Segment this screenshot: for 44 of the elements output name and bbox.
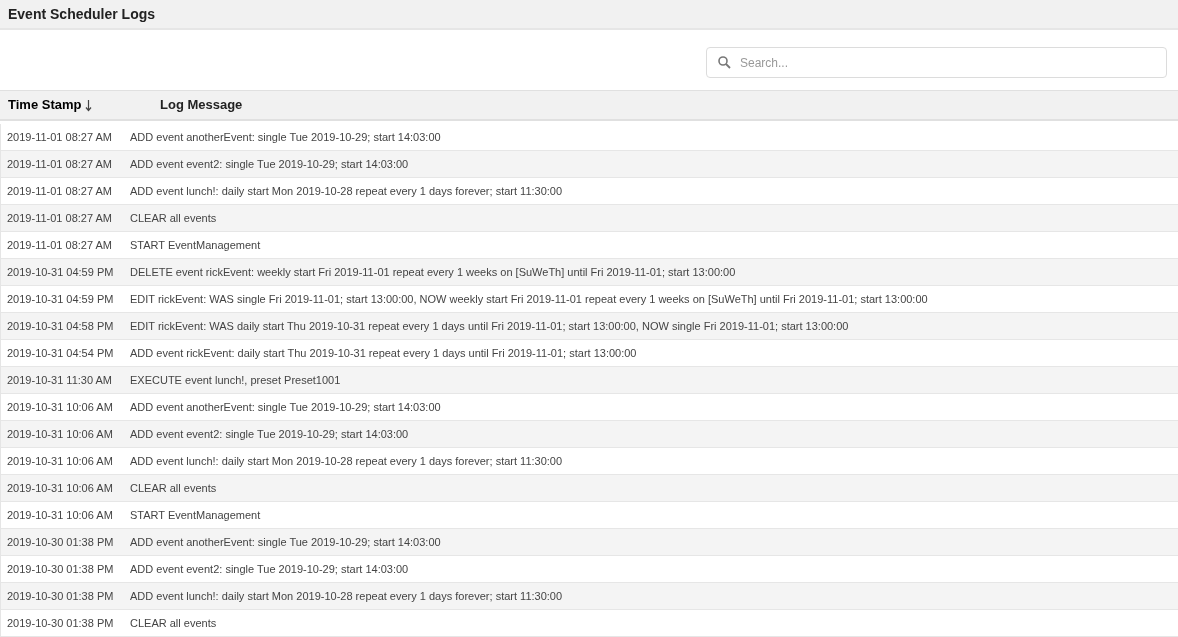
search-icon [718, 56, 731, 70]
log-message-cell-text: CLEAR all events [130, 615, 217, 631]
timestamp-cell-text: 2019-10-31 11:30 AM [6, 372, 113, 388]
log-message-cell-text: ADD event anotherEvent: single Tue 2019-10-29; start 14:03:00 [130, 534, 441, 550]
timestamp-cell-text: 2019-11-01 08:27 AM [6, 210, 113, 226]
column-header[interactable]: Log Message [160, 95, 243, 115]
timestamp-cell-text: 2019-10-30 01:38 PM [6, 534, 115, 550]
timestamp-cell-text: 2019-10-31 04:58 PM [6, 318, 115, 334]
log-message-cell-text: ADD event anotherEvent: single Tue 2019-10-29; start 14:03:00 [130, 129, 441, 145]
log-message-cell-text: START EventManagement [130, 507, 261, 523]
log-message-cell-text: EXECUTE event lunch!, preset Preset1001 [130, 372, 341, 388]
log-message-cell-text: ADD event event2: single Tue 2019-10-29; start 14:03:00 [130, 426, 409, 442]
log-message-cell-text: ADD event event2: single Tue 2019-10-29; start 14:03:00 [130, 156, 409, 172]
search-field[interactable]: Search... [706, 47, 1167, 79]
log-message-cell-text: ADD event lunch!: daily start Mon 2019-10-28 repeat every 1 days forever; start 11:30:00 [130, 453, 563, 469]
timestamp-cell-text: 2019-10-31 10:06 AM [6, 507, 114, 523]
log-message-cell-text: EDIT rickEvent: WAS daily start Thu 2019-10-31 repeat every 1 days until Fri 2019-11-01; start 13:00:00, NOW single Fri 2019-11-01; start 13:00:00 [130, 318, 849, 334]
log-message-cell-text: CLEAR all events [130, 210, 217, 226]
log-message-cell-text: START EventManagement [130, 237, 261, 253]
page-title: Event Scheduler Logs [8, 4, 156, 24]
timestamp-cell-text: 2019-10-31 04:59 PM [6, 291, 115, 307]
timestamp-cell-text: 2019-10-31 04:54 PM [6, 345, 115, 361]
timestamp-cell-text: 2019-11-01 08:27 AM [6, 183, 113, 199]
log-message-cell-text: ADD event rickEvent: daily start Thu 2019-10-31 repeat every 1 days until Fri 2019-11-01; start 13:00:00 [130, 345, 637, 361]
log-message-cell-text: ADD event lunch!: daily start Mon 2019-10-28 repeat every 1 days forever; start 11:30:00 [130, 588, 563, 604]
timestamp-cell-text: 2019-10-31 10:06 AM [6, 399, 114, 415]
timestamp-cell-text: 2019-11-01 08:27 AM [6, 129, 113, 145]
timestamp-cell-text: 2019-11-01 08:27 AM [6, 156, 113, 172]
column-header[interactable]: Time Stamp [8, 95, 82, 115]
log-message-cell-text: DELETE event rickEvent: weekly start Fri 2019-11-01 repeat every 1 weeks on [SuWeTh] until Fri 2019-11-01; start 13:00:00 [130, 264, 736, 280]
timestamp-cell-text: 2019-10-30 01:38 PM [6, 615, 115, 631]
timestamp-cell-text: 2019-10-30 01:38 PM [6, 588, 115, 604]
log-message-cell-text: CLEAR all events [130, 480, 217, 496]
sort-descending-icon[interactable] [85, 98, 93, 112]
timestamp-cell-text: 2019-10-30 01:38 PM [6, 561, 115, 577]
log-message-cell-text: ADD event lunch!: daily start Mon 2019-10-28 repeat every 1 days forever; start 11:30:00 [130, 183, 563, 199]
log-message-cell-text: ADD event anotherEvent: single Tue 2019-10-29; start 14:03:00 [130, 399, 441, 415]
timestamp-cell-text: 2019-10-31 10:06 AM [6, 426, 114, 442]
timestamp-cell-text: 2019-10-31 10:06 AM [6, 480, 114, 496]
timestamp-cell-text: 2019-10-31 10:06 AM [6, 453, 114, 469]
log-message-cell-text: EDIT rickEvent: WAS single Fri 2019-11-01; start 13:00:00, NOW weekly start Fri 2019-11-01 repeat every 1 weeks on [SuWeTh] until Fri 2019-11-01; start 13:00:00 [130, 291, 928, 307]
timestamp-cell-text: 2019-10-31 04:59 PM [6, 264, 115, 280]
log-message-cell-text: ADD event event2: single Tue 2019-10-29; start 14:03:00 [130, 561, 409, 577]
timestamp-cell-text: 2019-11-01 08:27 AM [6, 237, 113, 253]
